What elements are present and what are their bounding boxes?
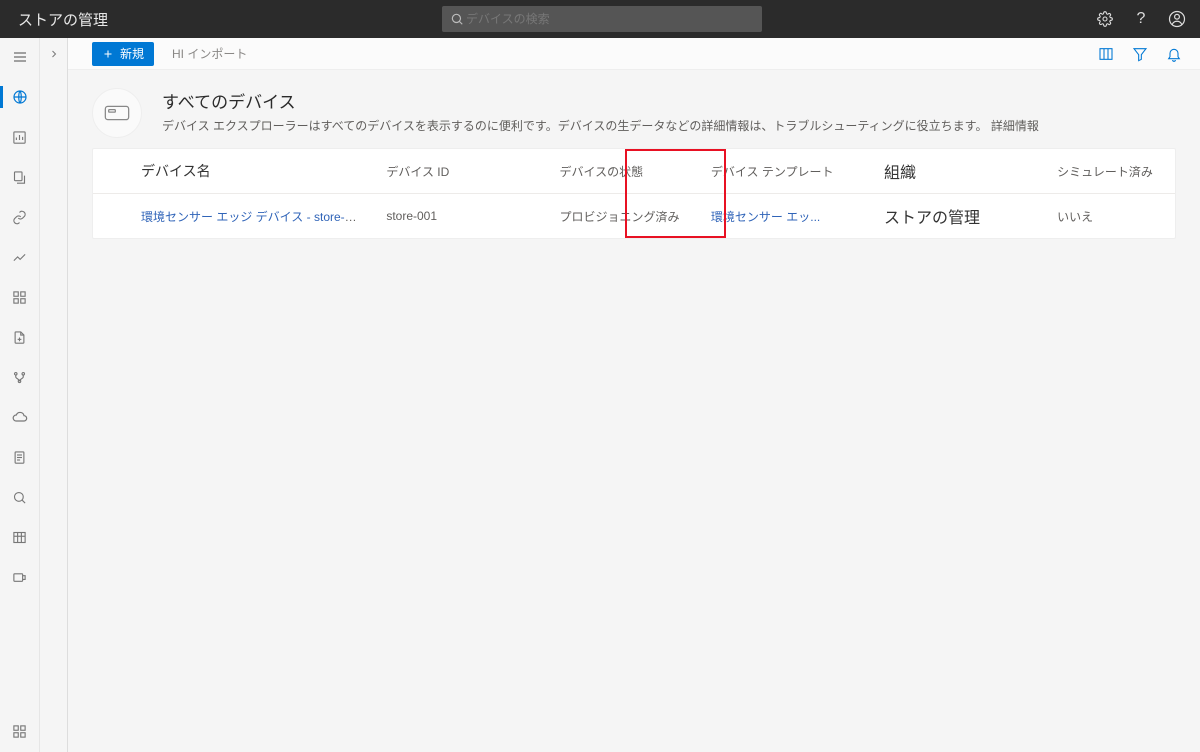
cell-device-id: store-001 [374, 194, 547, 239]
cell-simulated: いいえ [1045, 194, 1175, 239]
search-icon [450, 12, 464, 26]
page-title: すべてのデバイス [162, 88, 1039, 113]
left-rail [0, 38, 40, 752]
device-name-link[interactable]: 環境センサー エッジ デバイス - store-001 [141, 210, 365, 224]
learn-more-link[interactable]: 詳細情報 [991, 119, 1039, 133]
device-name-suffix: store-001 [314, 210, 365, 224]
import-link[interactable]: HI インポート [172, 45, 247, 62]
page-header: すべてのデバイス デバイス エクスプローラーはすべてのデバイスを表示するのに便利… [68, 70, 1200, 148]
nav-device-groups-icon[interactable] [0, 164, 40, 190]
top-header: ストアの管理 ? [0, 0, 1200, 38]
col-device-template[interactable]: デバイス テンプレート [699, 149, 872, 194]
cell-device-status: プロビジョニング済み [547, 194, 698, 239]
new-button-label: 新規 [120, 45, 144, 62]
nav-search-icon[interactable] [0, 484, 40, 510]
table-header-row: デバイス名 デバイス ID デバイスの状態 デバイス テンプレート 組織 シミュ… [93, 149, 1175, 194]
nav-analytics-icon[interactable] [0, 244, 40, 270]
device-name-prefix: 環境センサー エッジ デバイス - [141, 210, 314, 224]
nav-link-icon[interactable] [0, 204, 40, 230]
col-device-id[interactable]: デバイス ID [374, 149, 547, 194]
columns-icon[interactable] [1096, 44, 1116, 64]
hamburger-icon[interactable] [0, 44, 40, 70]
app-title: ストアの管理 [18, 9, 108, 30]
nav-file-add-icon[interactable] [0, 324, 40, 350]
help-icon[interactable]: ? [1132, 10, 1150, 28]
header-right: ? [1096, 10, 1186, 28]
command-bar: 新規 HI インポート [68, 38, 1200, 70]
col-device-name[interactable]: デバイス名 [93, 149, 374, 194]
device-template-link[interactable]: 環境センサー エッ... [711, 210, 820, 224]
cell-org: ストアの管理 [872, 194, 1045, 239]
nav-export-icon[interactable] [0, 564, 40, 590]
page-subtitle-text: デバイス エクスプローラーはすべてのデバイスを表示するのに便利です。デバイスの生… [162, 119, 987, 133]
nav-devices-icon[interactable] [0, 84, 40, 110]
new-button[interactable]: 新規 [92, 42, 154, 66]
nav-doc-icon[interactable] [0, 444, 40, 470]
search-input[interactable] [464, 11, 754, 27]
nav-dashboard-icon[interactable] [0, 124, 40, 150]
page-subtitle: デバイス エクスプローラーはすべてのデバイスを表示するのに便利です。デバイスの生… [162, 117, 1039, 134]
main-area: 新規 HI インポート すべてのデバイス デバイス エクスプローラーはすべて [68, 38, 1200, 752]
col-simulated[interactable]: シミュレート済み [1045, 149, 1175, 194]
nav-branch-icon[interactable] [0, 364, 40, 390]
content-area: デバイス名 デバイス ID デバイスの状態 デバイス テンプレート 組織 シミュ… [68, 148, 1200, 752]
gear-icon[interactable] [1096, 10, 1114, 28]
account-icon[interactable] [1168, 10, 1186, 28]
nav-bottom-grid-icon[interactable] [0, 718, 40, 744]
plus-icon [102, 48, 114, 60]
nav-grid-icon[interactable] [0, 284, 40, 310]
device-hero-icon [92, 88, 142, 138]
device-table-card: デバイス名 デバイス ID デバイスの状態 デバイス テンプレート 組織 シミュ… [92, 148, 1176, 239]
bell-icon[interactable] [1164, 44, 1184, 64]
app-frame: 新規 HI インポート すべてのデバイス デバイス エクスプローラーはすべて [0, 38, 1200, 752]
table-row[interactable]: 環境センサー エッジ デバイス - store-001 store-001 プロ… [93, 194, 1175, 239]
device-table: デバイス名 デバイス ID デバイスの状態 デバイス テンプレート 組織 シミュ… [93, 149, 1175, 238]
search-box[interactable] [442, 6, 762, 32]
nav-table-icon[interactable] [0, 524, 40, 550]
col-device-status[interactable]: デバイスの状態 [547, 149, 698, 194]
col-org[interactable]: 組織 [872, 149, 1045, 194]
header-center [108, 6, 1096, 32]
panel-collapse-handle[interactable] [40, 38, 68, 752]
filter-icon[interactable] [1130, 44, 1150, 64]
nav-cloud-icon[interactable] [0, 404, 40, 430]
